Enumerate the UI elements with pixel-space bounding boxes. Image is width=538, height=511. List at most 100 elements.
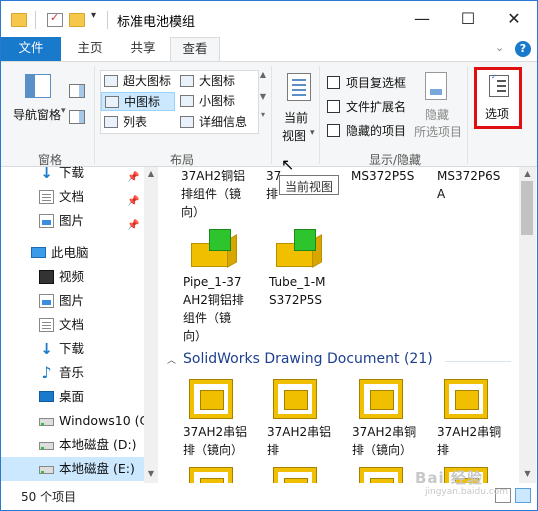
file-extensions-checkbox[interactable] <box>327 100 340 113</box>
chevron-down-icon[interactable]: ▾ <box>61 106 66 116</box>
nav-item-pictures[interactable]: 图片 <box>1 289 144 313</box>
nav-item-label: Windows10 (C <box>59 413 144 428</box>
file-label[interactable]: 37AH2串铜 <box>437 425 501 440</box>
solidworks-drawing-icon[interactable] <box>359 379 403 419</box>
content-scrollbar[interactable]: ▲ ▼ <box>519 167 536 483</box>
scrollbar-thumb[interactable] <box>521 181 533 235</box>
divider <box>467 66 468 164</box>
options-button[interactable]: 选项 <box>474 67 522 129</box>
drive-icon <box>39 442 54 450</box>
file-label[interactable]: 向） <box>181 205 205 220</box>
watermark-url: jingyan.baidu.com <box>425 487 509 497</box>
details-pane-icon[interactable] <box>69 110 85 124</box>
tab-view[interactable]: 查看 <box>170 37 220 62</box>
nav-item-label: 本地磁盘 (E:) <box>59 461 135 476</box>
file-label[interactable]: MS372P5S <box>351 169 414 184</box>
close-button[interactable]: ✕ <box>491 1 537 37</box>
pin-icon[interactable]: 📌 <box>127 214 139 233</box>
file-label[interactable]: Tube_1-M <box>269 275 325 290</box>
file-label[interactable]: 向） <box>183 329 207 344</box>
scroll-down-icon[interactable]: ▼ <box>519 469 536 478</box>
tab-share[interactable]: 共享 <box>117 37 169 61</box>
file-label[interactable]: 37AH2串铝 <box>267 425 331 440</box>
pin-icon[interactable]: 📌 <box>127 166 139 185</box>
scroll-up-icon[interactable]: ▲ <box>144 169 158 178</box>
navigation-pane: ↓ 下载 📌 文档 📌 图片 📌 此电脑 视频 图片 文档 ↓ 下载 ♪ 音乐 桌面 Win… <box>1 165 158 483</box>
navigation-pane-button[interactable]: 导航窗格 <box>13 106 61 123</box>
layout-scroll[interactable]: ▲ ▼ ▾ <box>257 70 269 134</box>
layout-large-icons[interactable]: 大图标 <box>177 72 235 91</box>
nav-item-downloads[interactable]: ↓ 下载 <box>1 337 144 361</box>
layout-details[interactable]: 详细信息 <box>177 113 247 132</box>
file-label[interactable]: 组件（镜 <box>183 311 231 326</box>
preview-pane-icon[interactable] <box>69 84 85 98</box>
window-title: 标准电池模组 <box>117 15 196 30</box>
file-label[interactable]: 37AH2串铝 <box>183 425 247 440</box>
group-header[interactable]: SolidWorks Drawing Document (21) <box>183 351 433 367</box>
solidworks-part-icon[interactable] <box>274 225 326 271</box>
minimize-button[interactable]: — <box>399 1 445 37</box>
file-label[interactable]: 排 <box>437 443 449 458</box>
nav-item-videos[interactable]: 视频 <box>1 265 144 289</box>
options-label: 选项 <box>485 107 510 121</box>
solidworks-drawing-icon[interactable] <box>444 379 488 419</box>
nav-item-pictures-quick[interactable]: 图片 📌 <box>1 209 144 233</box>
new-folder-icon[interactable] <box>69 13 85 27</box>
picture-icon <box>39 214 54 228</box>
file-label[interactable]: MS372P6S <box>437 169 500 184</box>
current-view-label: 视图 <box>282 129 307 143</box>
file-label[interactable]: 排组件（镜 <box>181 187 241 202</box>
download-icon: ↓ <box>40 164 53 182</box>
current-view-label: 当前 <box>284 111 309 125</box>
file-label[interactable]: A <box>437 187 445 202</box>
file-label[interactable]: Pipe_1-37 <box>183 275 242 290</box>
solidworks-part-icon[interactable] <box>189 225 241 271</box>
layout-list[interactable]: 列表 <box>101 113 147 132</box>
nav-item-this-pc[interactable]: 此电脑 <box>1 241 144 265</box>
navigation-pane-icon[interactable] <box>25 74 51 98</box>
hidden-items-checkbox[interactable] <box>327 124 340 137</box>
file-label[interactable]: 排（镜向） <box>352 443 412 458</box>
tab-file[interactable]: 文件 <box>1 37 61 61</box>
nav-item-documents-quick[interactable]: 文档 📌 <box>1 185 144 209</box>
file-label[interactable]: 37AH2串铜 <box>352 425 416 440</box>
download-icon: ↓ <box>40 340 53 358</box>
file-label[interactable]: AH2铜铝排 <box>183 293 244 308</box>
chevron-down-icon[interactable]: ⌄ <box>495 41 504 54</box>
pin-icon[interactable]: 📌 <box>127 190 139 209</box>
solidworks-drawing-icon[interactable] <box>189 467 233 483</box>
solidworks-drawing-icon[interactable] <box>359 467 403 483</box>
current-view-button[interactable]: 当前 视图 ▾ <box>277 66 319 148</box>
nav-item-drive-d[interactable]: 本地磁盘 (D:) <box>1 433 144 457</box>
explorer-window: ▾ 标准电池模组 — ☐ ✕ 文件 主页 共享 查看 ⌄ ? 导航窗格 ▾ 窗格… <box>0 0 538 511</box>
divider <box>445 361 511 362</box>
solidworks-drawing-icon[interactable] <box>189 379 233 419</box>
nav-item-music[interactable]: ♪ 音乐 <box>1 361 144 385</box>
large-icons-view-icon[interactable] <box>515 488 531 503</box>
nav-item-documents[interactable]: 文档 <box>1 313 144 337</box>
nav-item-drive-e[interactable]: 本地磁盘 (E:) <box>1 457 144 481</box>
maximize-button[interactable]: ☐ <box>445 1 491 37</box>
file-label[interactable]: 排 <box>267 443 279 458</box>
layout-extra-large-icons[interactable]: 超大图标 <box>101 72 171 91</box>
file-label[interactable]: 37AH2铜铝 <box>181 169 245 184</box>
quick-access-dropdown-icon[interactable]: ▾ <box>91 10 96 21</box>
solidworks-drawing-icon[interactable] <box>273 467 317 483</box>
scroll-up-icon[interactable]: ▲ <box>519 169 536 178</box>
layout-medium-icons[interactable]: 中图标 <box>101 92 175 111</box>
solidworks-drawing-icon[interactable] <box>273 379 317 419</box>
tab-home[interactable]: 主页 <box>63 37 117 61</box>
help-icon[interactable]: ? <box>515 41 531 57</box>
nav-item-downloads-quick[interactable]: ↓ 下载 📌 <box>1 161 144 185</box>
nav-pane-scrollbar[interactable]: ▲ ▼ <box>144 167 158 483</box>
item-checkboxes-checkbox[interactable] <box>327 76 340 89</box>
nav-item-desktop[interactable]: 桌面 <box>1 385 144 409</box>
properties-icon[interactable] <box>47 11 63 27</box>
nav-item-drive-c[interactable]: Windows10 (C <box>1 409 144 433</box>
chevron-down-icon[interactable]: ︿ <box>167 353 176 366</box>
file-label[interactable]: S372P5S <box>269 293 322 308</box>
layout-small-icons[interactable]: 小图标 <box>177 92 235 111</box>
scroll-down-icon[interactable]: ▼ <box>144 469 158 478</box>
file-label[interactable]: 排（镜向） <box>183 443 243 458</box>
file-label[interactable]: 排 <box>266 187 278 202</box>
